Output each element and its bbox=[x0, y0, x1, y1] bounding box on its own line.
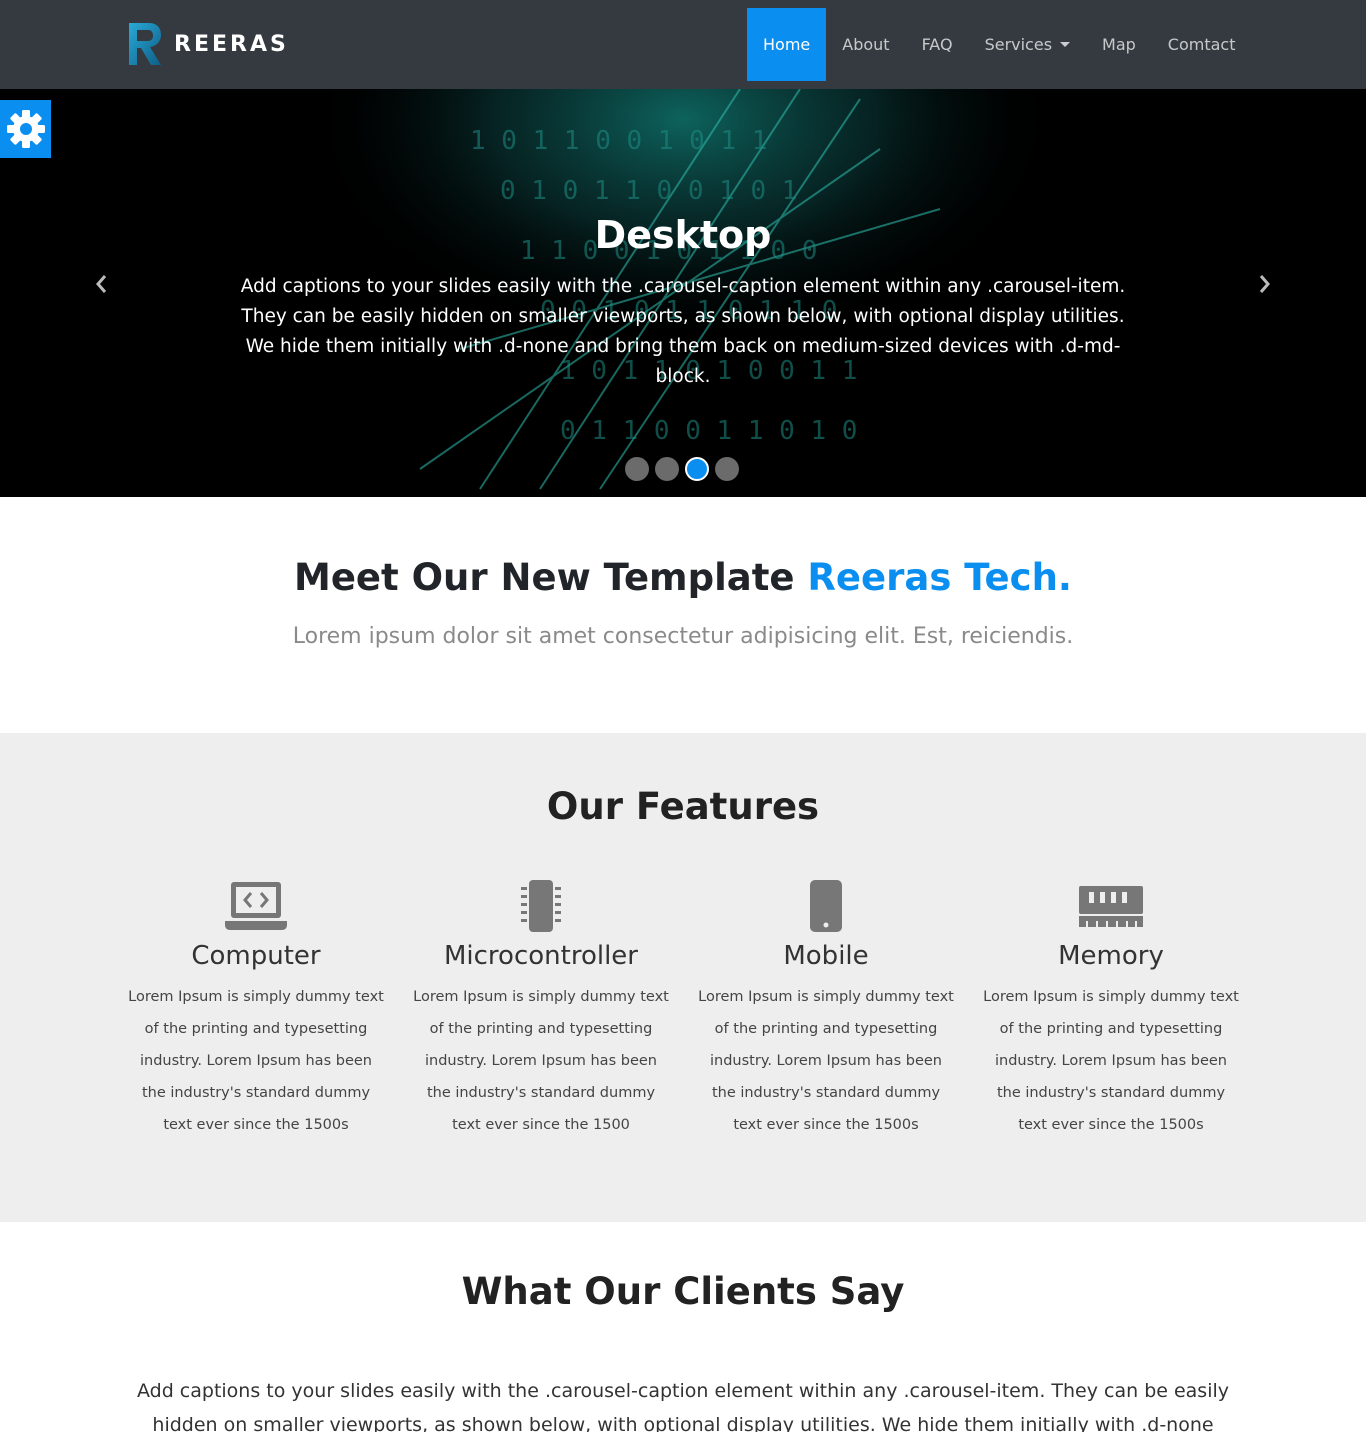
feature-card-memory: Memory Lorem Ipsum is simply dummy text … bbox=[981, 879, 1241, 1141]
carousel-indicators bbox=[625, 457, 745, 481]
nav-home[interactable]: Home bbox=[747, 8, 827, 81]
intro-title: Meet Our New Template Reeras Tech. bbox=[0, 556, 1366, 599]
mobile-icon bbox=[810, 880, 842, 932]
carousel-indicator-3[interactable] bbox=[685, 457, 709, 481]
intro-title-main: Meet Our New Template bbox=[294, 556, 808, 599]
brand-name: REERAS bbox=[174, 31, 289, 57]
intro-subtitle: Lorem ipsum dolor sit amet consectetur a… bbox=[292, 624, 1074, 649]
navbar: REERAS Home About FAQ Services Map Comta… bbox=[0, 0, 1366, 89]
nav-map[interactable]: Map bbox=[1086, 8, 1152, 81]
feature-card-mobile: Mobile Lorem Ipsum is simply dummy text … bbox=[696, 879, 956, 1141]
settings-button[interactable] bbox=[0, 100, 51, 158]
brand-logo-link[interactable]: REERAS bbox=[127, 21, 289, 67]
carousel-caption-text: Add captions to your slides easily with … bbox=[240, 276, 1126, 387]
nav-about[interactable]: About bbox=[826, 8, 905, 81]
microchip-icon bbox=[521, 880, 561, 932]
svg-text:0 1 1 0 0 1 1 0 1 0: 0 1 1 0 0 1 1 0 1 0 bbox=[560, 416, 857, 446]
features-title: Our Features bbox=[546, 785, 820, 828]
carousel-caption-title: Desktop bbox=[594, 213, 772, 257]
feature-text: Lorem Ipsum is simply dummy text of the … bbox=[983, 989, 1239, 1133]
caret-down-icon bbox=[1060, 42, 1071, 47]
nav-contact[interactable]: Comtact bbox=[1152, 8, 1252, 81]
carousel-indicator-2[interactable] bbox=[655, 457, 679, 481]
feature-card-computer: Computer Lorem Ipsum is simply dummy tex… bbox=[126, 879, 386, 1141]
memory-icon bbox=[1079, 886, 1143, 927]
svg-text:1 0 1 1 0 0 1 0 1 1: 1 0 1 1 0 0 1 0 1 1 bbox=[470, 126, 767, 156]
carousel-next-button[interactable] bbox=[1252, 272, 1276, 296]
svg-text:0 1 0 1 1 0 0 1 0 1: 0 1 0 1 1 0 0 1 0 1 bbox=[500, 176, 797, 206]
nav-services-dropdown[interactable]: Services bbox=[969, 8, 1086, 81]
nav-services-label: Services bbox=[984, 35, 1053, 54]
chevron-left-icon bbox=[96, 275, 107, 293]
feature-title: Microcontroller bbox=[443, 941, 638, 971]
gear-icon bbox=[6, 110, 45, 148]
feature-text: Lorem Ipsum is simply dummy text of the … bbox=[698, 989, 954, 1133]
intro-title-accent: Reeras Tech. bbox=[807, 556, 1072, 599]
clients-title: What Our Clients Say bbox=[461, 1270, 905, 1313]
carousel-prev-button[interactable] bbox=[90, 272, 114, 296]
chevron-right-icon bbox=[1259, 275, 1270, 293]
carousel-indicator-4[interactable] bbox=[715, 457, 739, 481]
feature-card-microcontroller: Microcontroller Lorem Ipsum is simply du… bbox=[411, 879, 671, 1141]
main-nav: Home About FAQ Services Map Comtact bbox=[747, 8, 1252, 81]
feature-title: Memory bbox=[1058, 941, 1164, 971]
laptop-code-icon bbox=[225, 882, 287, 930]
feature-title: Computer bbox=[191, 941, 321, 971]
reeras-logo-icon bbox=[129, 23, 161, 65]
feature-text: Lorem Ipsum is simply dummy text of the … bbox=[128, 989, 384, 1133]
feature-text: Lorem Ipsum is simply dummy text of the … bbox=[413, 989, 669, 1133]
clients-testimonial-text: Add captions to your slides easily with … bbox=[136, 1380, 1230, 1432]
carousel-indicator-1[interactable] bbox=[625, 457, 649, 481]
features-section: Our Features Computer Lorem Ipsum is sim… bbox=[0, 733, 1366, 1222]
feature-title: Mobile bbox=[783, 941, 869, 971]
nav-faq[interactable]: FAQ bbox=[906, 8, 969, 81]
hero-carousel: 1 0 1 1 0 0 1 0 1 1 0 1 0 1 1 0 0 1 0 1 … bbox=[0, 89, 1366, 497]
